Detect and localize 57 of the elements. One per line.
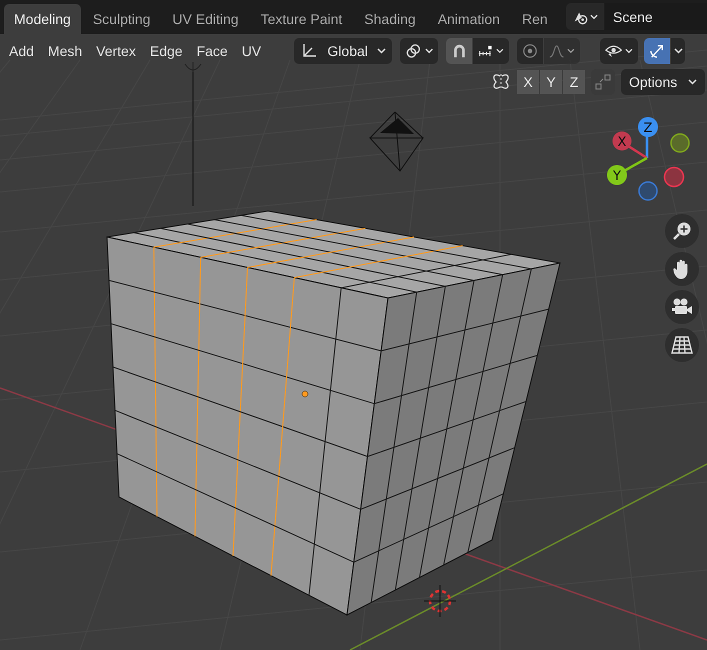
zoom-icon (671, 220, 693, 242)
caret-icon (496, 48, 504, 54)
movie-camera-icon (671, 297, 693, 317)
workspace-tab[interactable]: Sculpting (82, 4, 160, 34)
axis-label: Y (613, 169, 621, 184)
menu-item[interactable]: Add (2, 38, 41, 64)
caret-icon (377, 48, 386, 54)
gizmo-toggle[interactable] (644, 38, 670, 64)
mirror-axis-toggle[interactable]: Y (540, 70, 562, 94)
workspace-tab[interactable]: UV Editing (162, 4, 249, 34)
workspace-tab[interactable]: Ren (512, 4, 558, 34)
increment-icon (478, 44, 494, 58)
caret-icon (424, 48, 434, 54)
falloff-dropdown[interactable] (544, 38, 580, 64)
caret-icon (674, 48, 683, 54)
curve-icon (549, 43, 564, 59)
perspective-toggle-button[interactable] (665, 328, 699, 362)
transform-orientation-dropdown[interactable]: Global (294, 38, 392, 64)
options-dropdown[interactable]: Options (621, 69, 705, 95)
visibility-dropdown[interactable] (600, 38, 638, 64)
vertex-merge-icon (595, 74, 611, 90)
mirror-axis-toggle[interactable]: X (517, 70, 539, 94)
mirror-axis-toggle[interactable]: Z (563, 70, 585, 94)
workspace-tab[interactable]: Texture Paint (250, 4, 352, 34)
magnet-icon (451, 42, 468, 60)
navigation-gizmo[interactable] (607, 117, 690, 201)
workspace-tab[interactable]: Shading (354, 4, 426, 34)
caret-icon (590, 14, 598, 20)
workspace-tab[interactable]: Animation (428, 4, 510, 34)
caret-icon (567, 48, 576, 54)
snap-target-dropdown[interactable] (473, 38, 510, 64)
link-icon (405, 42, 422, 60)
gizmo-dropdown[interactable] (671, 38, 686, 64)
snap-toggle[interactable] (446, 38, 472, 64)
camera-view-button[interactable] (665, 290, 699, 324)
caret-icon (625, 48, 634, 54)
cursor-icon (424, 584, 456, 618)
menu-item[interactable]: UV (234, 38, 268, 64)
axis-label: Z (644, 121, 652, 136)
axis-label: X (618, 135, 626, 150)
pivot-point-dropdown[interactable] (400, 38, 438, 64)
caret-icon (688, 79, 697, 85)
menu-item[interactable]: Edge (142, 38, 190, 64)
workspace-tab[interactable]: Modeling (4, 4, 81, 34)
camera-drawing (368, 112, 424, 172)
gizmo-icon (649, 42, 666, 60)
pan-button[interactable] (665, 252, 699, 286)
menu-item[interactable]: Vertex (89, 38, 143, 64)
grid-icon (671, 336, 693, 354)
menu-item[interactable]: Face (190, 38, 235, 64)
menu-item[interactable]: Mesh (40, 38, 90, 64)
scene-selector-button[interactable] (566, 3, 604, 30)
butterfly-icon (491, 73, 511, 91)
target-icon (522, 42, 538, 60)
eye-icon (605, 43, 622, 59)
proportional-editing-toggle[interactable] (517, 38, 544, 64)
zoom-button[interactable] (665, 214, 699, 248)
